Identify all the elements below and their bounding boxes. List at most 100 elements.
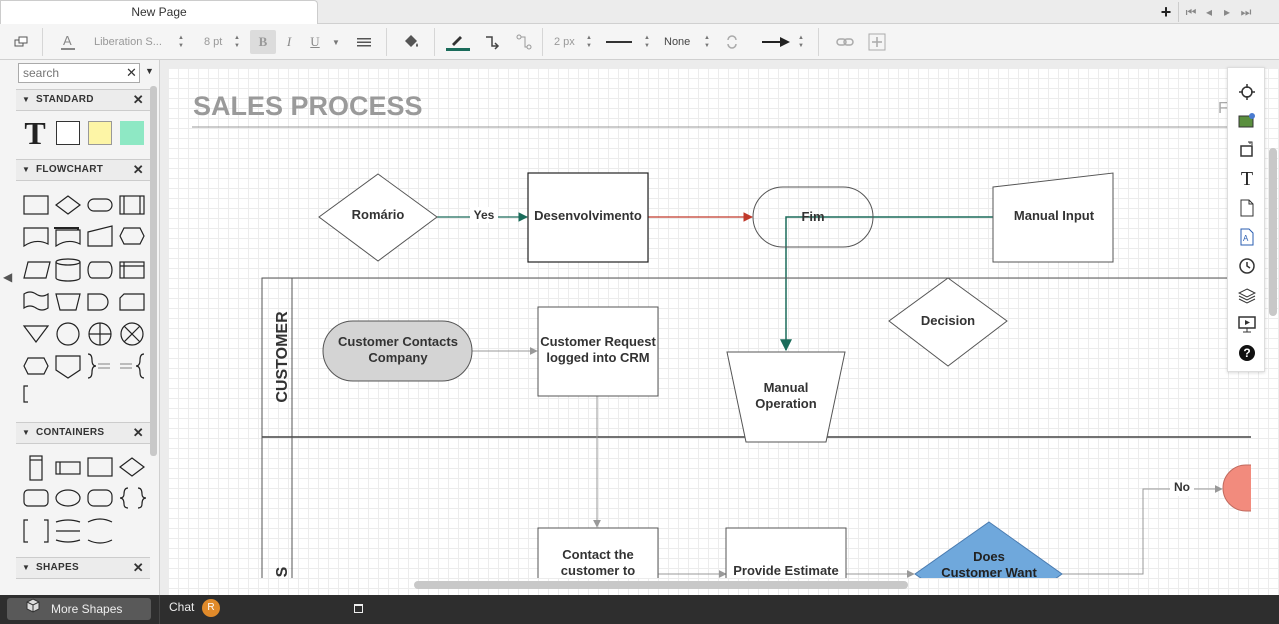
node-customer-contacts-company[interactable]: Customer Contacts Company [323,321,472,381]
layers-icon[interactable] [1235,283,1259,307]
node-label: Provide Estimate [733,563,839,578]
edge-label-no[interactable]: No [1174,480,1190,494]
page-settings-icon[interactable] [12,30,30,54]
node-label: Manual Input [1014,208,1095,223]
chat-label[interactable]: Chat [169,600,194,614]
search-options-icon[interactable]: ▼ [145,66,154,76]
node-customer-request[interactable]: Customer Request logged into CRM [538,307,658,396]
node-provide-estimate[interactable]: Provide Estimate [726,528,846,578]
horizontal-scrollbar[interactable] [414,581,908,589]
edge-label-yes[interactable]: Yes [474,208,495,222]
line-end-select[interactable]: ▲ ▼ [756,31,806,53]
line-pattern-select[interactable]: ▲ ▼ [600,31,652,53]
node-label-line1: Customer Contacts [338,334,458,349]
rectangle-shape[interactable] [56,121,80,145]
link-icon[interactable] [834,30,856,54]
lane-label-sales: S [274,566,291,577]
node-decision[interactable]: Decision [889,278,1007,366]
section-title: FLOWCHART [36,164,104,175]
text-shape[interactable]: T [22,117,48,149]
help-icon[interactable]: ? [1235,341,1259,365]
section-title: CONTAINERS [36,427,105,438]
page-icon[interactable] [1235,196,1259,220]
arrow-end-icon [762,37,790,47]
bold-icon[interactable]: B [250,30,276,54]
section-shapes[interactable]: ▼ SHAPES ✕ [16,557,150,579]
diagram-title[interactable]: SALES PROCESS [193,91,423,121]
font-color-icon[interactable]: A [58,30,78,54]
fill-color-icon[interactable] [400,30,422,54]
node-does-customer-want[interactable]: Does Customer Want [915,522,1062,578]
diagram[interactable]: SALES PROCESS F Yes Romário Desenvolvime… [0,0,1265,578]
node-romario[interactable]: Romário [319,174,437,261]
swap-ends-icon[interactable] [722,30,742,54]
colored-block-shape[interactable] [120,121,144,145]
presentation-icon[interactable] [1235,312,1259,336]
tab-bar: New Page + ⏮ ◂ ▸ ⏭ [0,0,1279,24]
close-section-icon[interactable]: ✕ [133,558,144,578]
chat-user-avatar[interactable]: R [202,599,220,617]
chat-minimize-icon[interactable] [354,604,363,613]
close-section-icon[interactable]: ✕ [133,423,144,443]
document-style-icon[interactable]: A [1235,225,1259,249]
last-page-icon[interactable]: ⏭ [1237,3,1255,21]
node-manual-operation[interactable]: Manual Operation [727,352,845,442]
node-contact-customer[interactable]: Contact the customer to [538,528,658,578]
section-title: SHAPES [36,562,79,573]
close-section-icon[interactable]: ✕ [133,90,144,110]
svg-text:A: A [1243,234,1249,243]
note-shape[interactable] [88,121,112,145]
bottom-divider [159,595,160,624]
search-input[interactable] [18,63,140,83]
toolbar-divider [818,28,819,56]
tab-new-page[interactable]: New Page [0,0,318,24]
flowchart-shapes-grid[interactable] [20,190,148,410]
node-desenvolvimento[interactable]: Desenvolvimento [528,173,648,262]
underline-icon[interactable]: U [306,30,324,54]
line-width-stepper[interactable]: 2 px ▲ ▼ [550,31,594,53]
waypoints-icon[interactable] [514,30,534,54]
crop-icon[interactable] [1235,138,1259,162]
italic-icon[interactable]: I [280,30,298,54]
connector-style-icon[interactable] [482,30,502,54]
align-text-icon[interactable] [354,30,374,54]
first-page-icon[interactable]: ⏮ [1182,3,1200,21]
spinner-icon: ▲ ▼ [234,35,240,49]
sidebar-scrollbar[interactable] [150,86,157,456]
previous-page-icon[interactable]: ◂ [1200,3,1218,21]
next-page-icon[interactable]: ▸ [1218,3,1236,21]
font-family-select[interactable]: Liberation S... ▲ ▼ [90,31,186,53]
node-label-line2: logged into CRM [546,350,649,365]
toolbar-divider [42,28,43,56]
close-section-icon[interactable]: ✕ [133,160,144,180]
node-label-line2: Operation [755,396,816,411]
target-icon[interactable] [1235,80,1259,104]
expand-icon: ▼ [22,95,31,104]
node-label-line1: Manual [764,380,809,395]
section-containers[interactable]: ▼ CONTAINERS ✕ [16,422,150,444]
spinner-icon: ▲ ▼ [798,35,804,49]
node-manual-input[interactable]: Manual Input [993,173,1113,262]
node-label-line2: customer to [561,563,635,578]
font-size-value: 8 pt [204,36,223,48]
vertical-scrollbar[interactable] [1269,148,1277,316]
underline-options-icon[interactable]: ▼ [330,30,342,54]
history-icon[interactable] [1235,254,1259,278]
toolbar: A Liberation S... ▲ ▼ 8 pt ▲ ▼ B I U ▼ 2 p… [0,24,1279,60]
section-standard[interactable]: ▼ STANDARD ✕ [16,89,150,111]
collapse-sidebar-icon[interactable]: ◀ [3,270,12,284]
line-start-select[interactable]: None ▲ ▼ [660,31,712,53]
add-page-icon[interactable]: + [1157,3,1175,21]
lane-sales[interactable]: S [262,437,292,578]
section-flowchart[interactable]: ▼ FLOWCHART ✕ [16,159,150,181]
container-shapes-grid[interactable] [20,454,148,554]
font-size-stepper[interactable]: 8 pt ▲ ▼ [200,31,242,53]
image-icon[interactable] [1235,109,1259,133]
insert-icon[interactable] [866,30,888,54]
expand-icon: ▼ [22,428,31,437]
shapes-sidebar: ✕ ▼ ◀ ▼ STANDARD ✕ T ▼ FLOWCHART ✕ [0,60,160,595]
edge-no[interactable] [1062,489,1222,574]
text-tool-icon[interactable]: T [1235,167,1259,191]
clear-search-icon[interactable]: ✕ [126,65,137,81]
line-color-icon[interactable] [445,30,471,54]
